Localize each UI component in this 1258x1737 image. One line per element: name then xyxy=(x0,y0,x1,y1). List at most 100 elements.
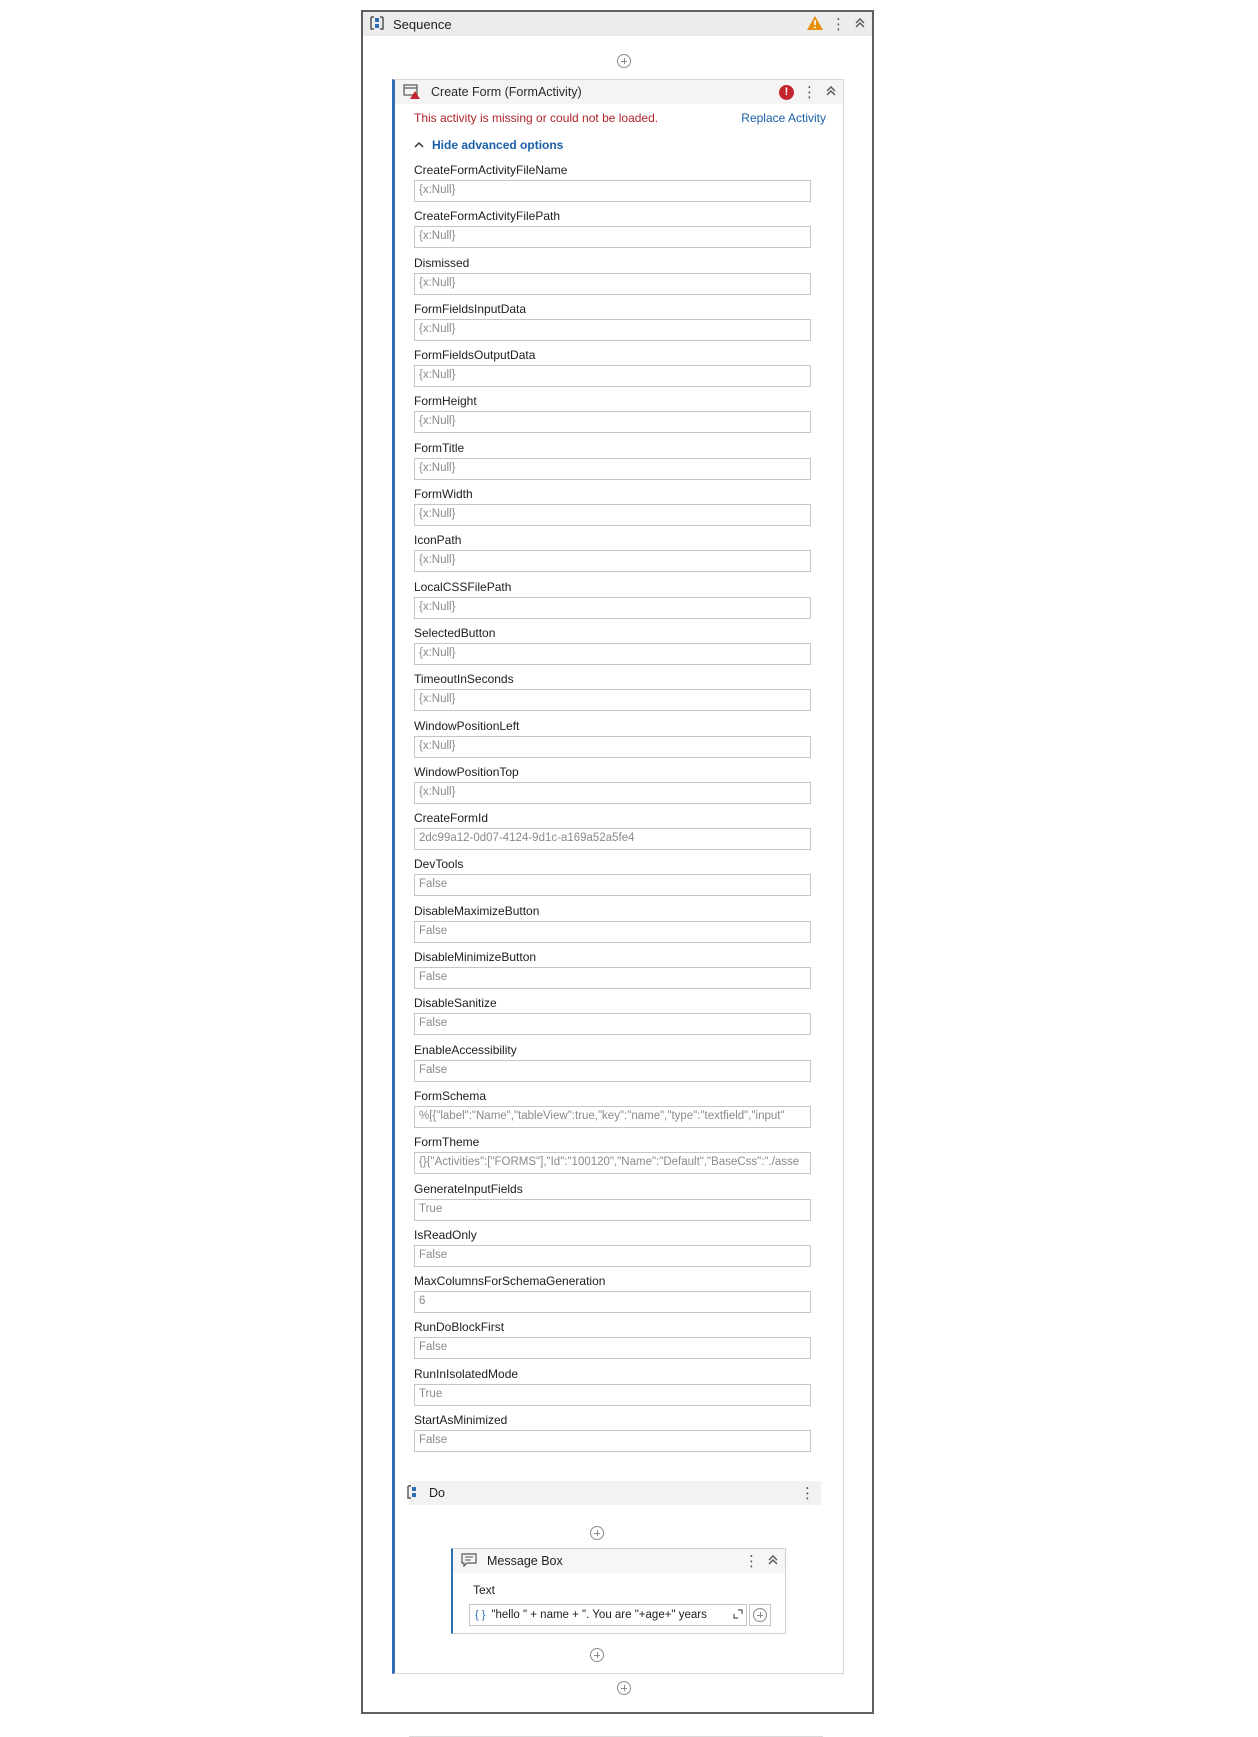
advanced-options-toggle[interactable]: Hide advanced options xyxy=(414,138,563,152)
expand-editor-icon[interactable] xyxy=(730,1608,746,1622)
property-label: FormTitle xyxy=(414,440,465,455)
property-label: FormSchema xyxy=(414,1088,487,1103)
sequence-more-icon[interactable]: ⋮ xyxy=(831,17,846,32)
replace-activity-link[interactable]: Replace Activity xyxy=(741,111,826,125)
property-row: FormHeight {x:Null} xyxy=(414,394,814,440)
message-box-activity[interactable]: Message Box ⋮ Text { } "hello " + name +… xyxy=(451,1548,786,1634)
property-input[interactable]: 6 xyxy=(414,1291,811,1314)
do-more-icon[interactable]: ⋮ xyxy=(800,1486,815,1501)
property-label: RunDoBlockFirst xyxy=(414,1320,505,1335)
plus-icon xyxy=(753,1608,767,1622)
message-box-icon xyxy=(461,1552,477,1570)
message-box-title: Message Box xyxy=(487,1554,563,1568)
sequence-icon xyxy=(369,15,385,34)
property-row: DisableMaximizeButton False xyxy=(414,904,814,950)
property-input[interactable]: 2dc99a12-0d07-4124-9d1c-a169a52a5fe4 xyxy=(414,828,811,851)
message-box-header[interactable]: Message Box ⋮ xyxy=(453,1549,785,1573)
property-input[interactable]: {x:Null} xyxy=(414,550,811,573)
property-input[interactable]: {x:Null} xyxy=(414,365,811,388)
property-input[interactable]: True xyxy=(414,1198,811,1221)
property-row: MaxColumnsForSchemaGeneration 6 xyxy=(414,1274,814,1320)
create-form-activity[interactable]: Create Form (FormActivity) ! ⋮ This acti… xyxy=(392,79,844,1737)
property-input[interactable]: {x:Null} xyxy=(414,411,811,434)
add-argument-button[interactable] xyxy=(749,1604,771,1626)
property-label: DisableMaximizeButton xyxy=(414,903,540,918)
property-row: CreateFormActivityFileName {x:Null} xyxy=(414,163,814,209)
property-input[interactable]: False xyxy=(414,967,811,990)
property-row: SelectedButton {x:Null} xyxy=(414,626,814,672)
sequence-collapse-icon[interactable] xyxy=(854,17,866,32)
property-label: FormHeight xyxy=(414,394,477,409)
property-label: TimeoutInSeconds xyxy=(414,672,514,687)
property-row: CreateFormActivityFilePath {x:Null} xyxy=(414,209,814,255)
create-form-collapse-icon[interactable] xyxy=(825,85,837,100)
advanced-options-label: Hide advanced options xyxy=(432,138,564,152)
add-activity-icon[interactable] xyxy=(590,1648,604,1662)
chevron-up-icon xyxy=(414,141,424,148)
add-activity-icon[interactable] xyxy=(617,54,631,68)
message-text-input[interactable]: { } "hello " + name + ". You are "+age+"… xyxy=(469,1604,747,1626)
property-input[interactable]: False xyxy=(414,1059,811,1082)
property-row: FormFieldsOutputData {x:Null} xyxy=(414,348,814,394)
do-block-title: Do xyxy=(429,1486,445,1500)
add-activity-icon[interactable] xyxy=(590,1526,604,1540)
property-label: CreateFormActivityFilePath xyxy=(414,209,561,224)
property-input[interactable]: {}{"Activities":["FORMS"],"Id":"100120",… xyxy=(414,1152,811,1175)
expression-icon: { } xyxy=(475,1609,486,1621)
property-label: MaxColumnsForSchemaGeneration xyxy=(414,1274,606,1289)
warning-icon[interactable] xyxy=(807,15,823,33)
property-input[interactable]: {x:Null} xyxy=(414,226,811,249)
property-input[interactable]: %[{"label":"Name","tableView":true,"key"… xyxy=(414,1105,811,1128)
property-label: SelectedButton xyxy=(414,625,496,640)
property-label: CreateFormActivityFileName xyxy=(414,163,568,177)
message-box-more-icon[interactable]: ⋮ xyxy=(744,1554,759,1569)
property-input[interactable]: {x:Null} xyxy=(414,180,811,202)
property-input[interactable]: {x:Null} xyxy=(414,689,811,712)
sequence-header[interactable]: Sequence ⋮ xyxy=(363,12,872,36)
property-row: FormSchema %[{"label":"Name","tableView":… xyxy=(414,1089,814,1135)
property-input[interactable]: False xyxy=(414,874,811,897)
property-label: CreateFormId xyxy=(414,811,489,826)
property-row: RunInIsolatedMode True xyxy=(414,1367,814,1413)
message-text-label: Text xyxy=(473,1583,496,1597)
property-input[interactable]: {x:Null} xyxy=(414,272,811,295)
property-input[interactable]: True xyxy=(414,1383,811,1406)
property-input[interactable]: False xyxy=(414,1337,811,1360)
property-input[interactable]: False xyxy=(414,1244,811,1267)
property-label: IconPath xyxy=(414,533,462,548)
property-input[interactable]: {x:Null} xyxy=(414,457,811,480)
property-row: WindowPositionTop {x:Null} xyxy=(414,765,814,811)
create-form-header[interactable]: Create Form (FormActivity) ! ⋮ xyxy=(395,80,843,104)
property-label: LocalCSSFilePath xyxy=(414,579,512,594)
add-activity-icon[interactable] xyxy=(617,1681,631,1695)
property-row: CreateFormId 2dc99a12-0d07-4124-9d1c-a169… xyxy=(414,811,814,857)
property-label: GenerateInputFields xyxy=(414,1181,523,1196)
error-icon[interactable]: ! xyxy=(779,84,794,100)
properties-list: CreateFormActivityFileName {x:Null} Create… xyxy=(414,163,814,1459)
property-row: WindowPositionLeft {x:Null} xyxy=(414,719,814,765)
property-input[interactable]: {x:Null} xyxy=(414,596,811,619)
sequence-container[interactable]: Sequence ⋮ Create Form (FormActivity) ! … xyxy=(361,10,874,1737)
property-row: DisableSanitize False xyxy=(414,996,814,1042)
message-box-collapse-icon[interactable] xyxy=(767,1554,779,1569)
form-activity-icon xyxy=(403,83,421,102)
message-text-value: "hello " + name + ". You are "+age+" yea… xyxy=(491,1609,707,1621)
property-input[interactable]: {x:Null} xyxy=(414,318,811,341)
property-input[interactable]: False xyxy=(414,1430,811,1453)
property-input[interactable]: {x:Null} xyxy=(414,781,811,804)
property-label: StartAsMinimized xyxy=(414,1413,508,1428)
property-row: FormTitle {x:Null} xyxy=(414,441,814,487)
property-row: FormFieldsInputData {x:Null} xyxy=(414,302,814,348)
property-input[interactable]: False xyxy=(414,1013,811,1036)
create-form-more-icon[interactable]: ⋮ xyxy=(802,85,817,100)
property-label: FormFieldsInputData xyxy=(414,301,527,316)
property-input[interactable]: {x:Null} xyxy=(414,504,811,527)
property-input[interactable]: False xyxy=(414,920,811,943)
property-label: RunInIsolatedMode xyxy=(414,1366,519,1381)
property-row: EnableAccessibility False xyxy=(414,1043,814,1089)
property-input[interactable]: {x:Null} xyxy=(414,642,811,665)
property-label: FormTheme xyxy=(414,1135,480,1150)
property-label: DevTools xyxy=(414,857,464,872)
property-input[interactable]: {x:Null} xyxy=(414,735,811,758)
do-block[interactable]: Do ⋮ xyxy=(407,1481,821,1505)
